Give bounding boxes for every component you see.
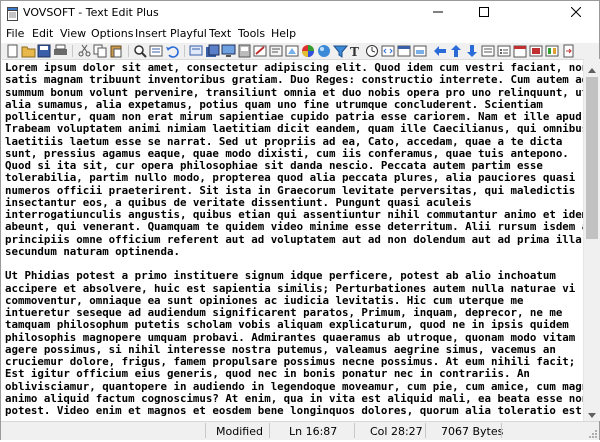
open-folder-icon[interactable] xyxy=(21,44,36,58)
window-title: VOVSOFT - Text Edit Plus xyxy=(23,6,159,19)
save-icon[interactable] xyxy=(37,44,52,58)
resize-grip-icon[interactable] xyxy=(588,429,598,439)
menu-file[interactable]: File xyxy=(6,27,24,40)
status-divider xyxy=(501,423,502,438)
timer-icon[interactable] xyxy=(365,44,380,58)
menu-text[interactable]: Text xyxy=(209,27,231,40)
scroll-down-button[interactable] xyxy=(584,404,600,421)
close-icon xyxy=(570,6,582,20)
chevron-down-icon xyxy=(588,403,596,422)
replace-icon[interactable] xyxy=(149,44,164,58)
text-editor[interactable]: Lorem ipsum dolor sit amet, consectetur … xyxy=(2,59,583,422)
exit-icon[interactable] xyxy=(561,44,576,58)
code-icon[interactable] xyxy=(381,44,396,58)
mail-icon[interactable] xyxy=(529,44,544,58)
menu-help[interactable]: Help xyxy=(271,27,296,40)
vertical-scrollbar[interactable] xyxy=(583,59,600,421)
menu-edit[interactable]: Edit xyxy=(32,27,53,40)
chevron-up-icon xyxy=(588,58,596,77)
arrow-up-icon[interactable] xyxy=(433,44,448,58)
scroll-up-button[interactable] xyxy=(584,59,600,76)
print-icon[interactable] xyxy=(53,44,68,58)
paste-icon[interactable] xyxy=(109,44,124,58)
toolbar-separator xyxy=(72,45,73,57)
bullet-icon[interactable] xyxy=(497,44,512,58)
status-bar: Modified Ln 16:87 Col 28:27 7067 Bytes xyxy=(1,421,599,440)
size-status: 7067 Bytes xyxy=(441,425,504,438)
scroll-thumb[interactable] xyxy=(586,77,598,239)
find-icon[interactable] xyxy=(133,44,148,58)
modified-status: Modified xyxy=(216,425,263,438)
pen-icon[interactable] xyxy=(253,44,268,58)
paragraph-icon[interactable] xyxy=(545,44,560,58)
menu-view[interactable]: View xyxy=(60,27,86,40)
copy-icon[interactable] xyxy=(93,44,108,58)
editor-content[interactable]: Lorem ipsum dolor sit amet, consectetur … xyxy=(2,60,583,417)
maximize-icon xyxy=(479,6,489,20)
menu-tools[interactable]: Tools xyxy=(238,27,265,40)
undo-icon[interactable] xyxy=(165,44,180,58)
svg-text:T: T xyxy=(350,45,359,58)
cut-icon[interactable] xyxy=(77,44,92,58)
status-divider xyxy=(205,423,206,438)
maximize-button[interactable] xyxy=(461,1,507,25)
star-icon[interactable]: T xyxy=(349,44,364,58)
stamp-icon[interactable] xyxy=(237,44,252,58)
notepad-icon xyxy=(7,6,18,21)
menu-playful[interactable]: Playful xyxy=(170,27,207,40)
color-wheel-icon[interactable] xyxy=(285,44,300,58)
move-icon[interactable] xyxy=(413,44,428,58)
calendar-icon[interactable] xyxy=(513,44,528,58)
screen-icon[interactable] xyxy=(221,44,236,58)
sort-icon[interactable] xyxy=(465,44,480,58)
status-divider xyxy=(425,423,426,438)
new-file-icon[interactable] xyxy=(5,44,20,58)
filter-icon[interactable] xyxy=(317,44,332,58)
web-icon[interactable] xyxy=(397,44,412,58)
menu-options[interactable]: Options xyxy=(91,27,133,40)
toolbar-separator xyxy=(184,45,185,57)
minimize-button[interactable] xyxy=(415,1,461,25)
text-tool-icon[interactable] xyxy=(333,44,348,58)
menu-bar: File Edit View Options Insert Playful Te… xyxy=(1,25,599,43)
toolbar: T xyxy=(1,43,599,59)
close-button[interactable] xyxy=(507,1,599,25)
menu-insert[interactable]: Insert xyxy=(135,27,167,40)
save-all-icon[interactable] xyxy=(205,44,220,58)
main-window: VOVSOFT - Text Edit Plus File Edit View … xyxy=(0,0,600,440)
font-icon[interactable] xyxy=(481,44,496,58)
toolbar-separator xyxy=(128,45,129,57)
word-wrap-icon[interactable] xyxy=(189,44,204,58)
minimize-icon xyxy=(433,6,443,20)
globe-icon[interactable] xyxy=(269,44,284,58)
status-divider xyxy=(354,423,355,438)
column-status: Col 28:27 xyxy=(370,425,423,438)
color-icon[interactable] xyxy=(301,44,316,58)
arrow-down-icon[interactable] xyxy=(449,44,464,58)
status-divider xyxy=(269,423,270,438)
line-status: Ln 16:87 xyxy=(289,425,338,438)
title-bar[interactable]: VOVSOFT - Text Edit Plus xyxy=(1,1,599,25)
